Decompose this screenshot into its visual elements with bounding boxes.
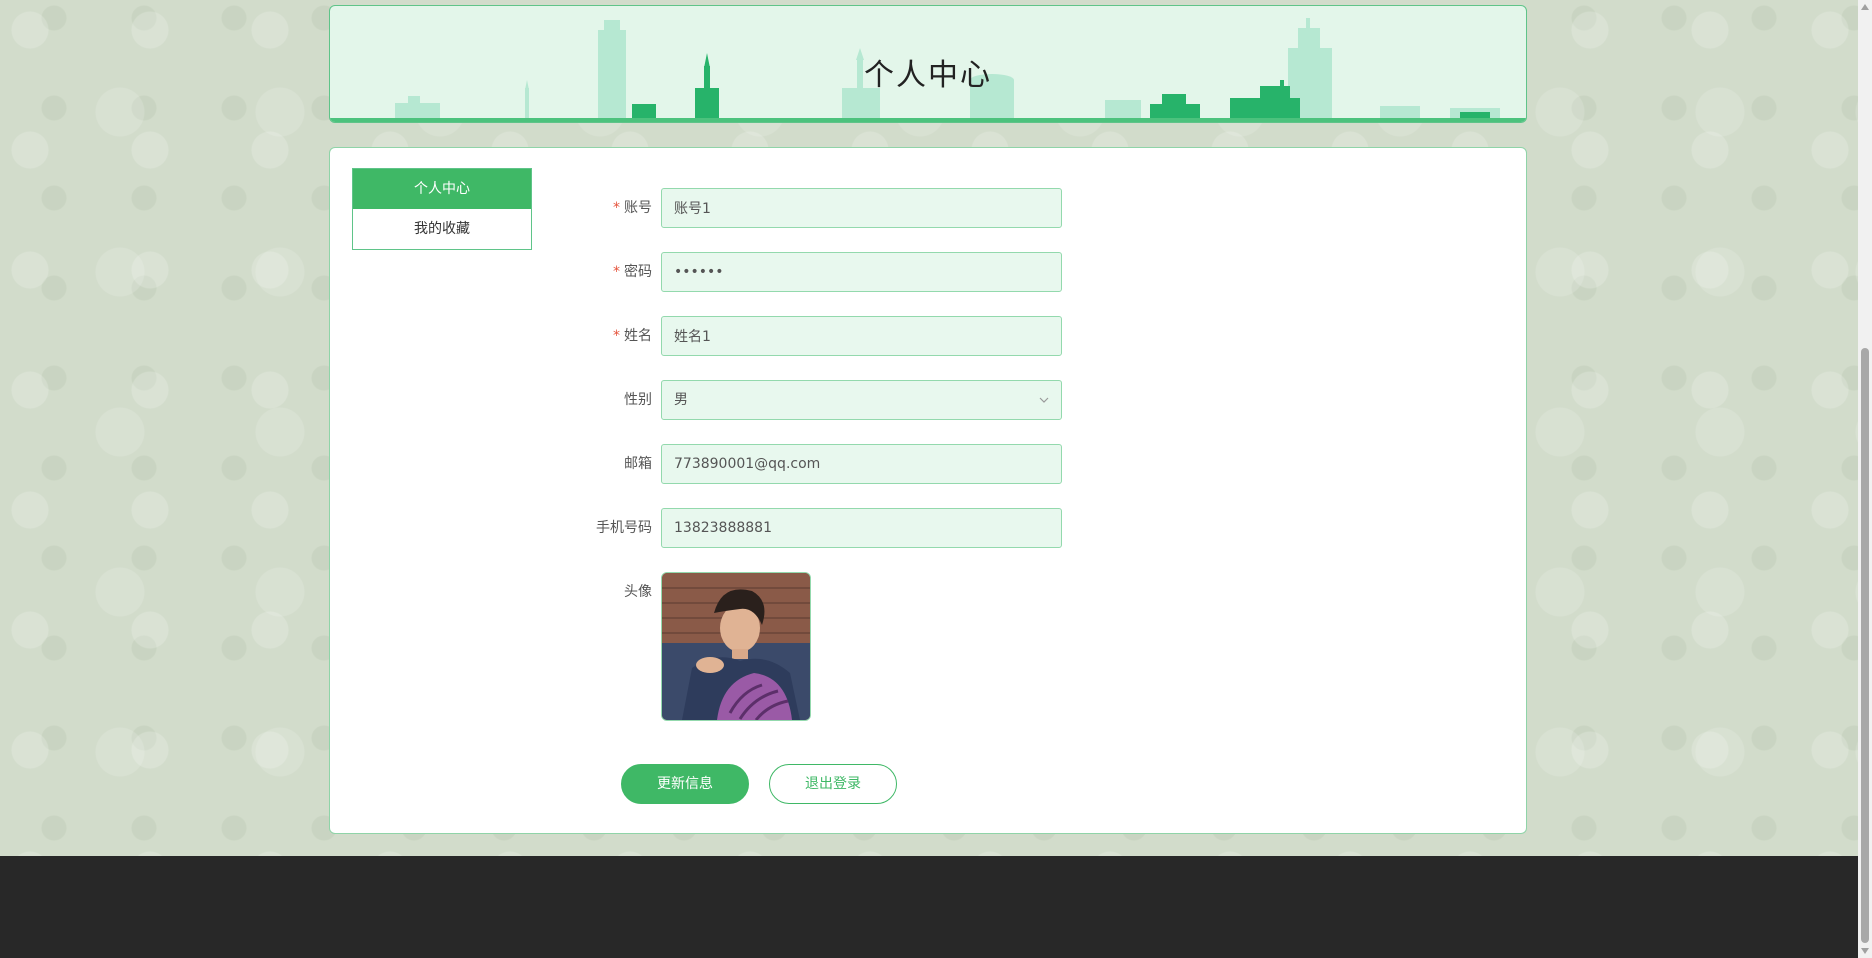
page-title: 个人中心 <box>864 58 992 93</box>
form-row-account: * 账号 <box>530 188 1062 228</box>
form-row-phone: 手机号码 <box>530 508 1062 548</box>
sidebar-item-favorites[interactable]: 我的收藏 <box>353 209 531 249</box>
update-info-button[interactable]: 更新信息 <box>621 764 749 804</box>
profile-card: 个人中心 我的收藏 *账号 *密码 *姓名 性别 男 邮箱 手机号码 头像 <box>329 147 1527 834</box>
form-row-password: * 密码 <box>530 252 1062 292</box>
name-label: * 姓名 <box>613 328 652 344</box>
form-row-name: * 姓名 <box>530 316 1062 356</box>
form-row-gender: 性别 男 <box>530 380 1062 420</box>
gender-select-value: 男 <box>674 392 688 408</box>
phone-input[interactable] <box>661 508 1062 548</box>
banner-baseline <box>330 118 1526 122</box>
required-mark: * <box>613 264 620 280</box>
name-input[interactable] <box>661 316 1062 356</box>
gender-select[interactable]: 男 <box>661 380 1062 420</box>
logout-button[interactable]: 退出登录 <box>769 764 897 804</box>
scroll-up-icon[interactable] <box>1861 4 1869 10</box>
gender-label: 性别 <box>624 392 652 408</box>
sidebar-item-profile[interactable]: 个人中心 <box>353 169 531 209</box>
avatar-label: 头像 <box>624 584 652 600</box>
avatar-upload[interactable] <box>661 572 811 721</box>
password-input[interactable] <box>661 252 1062 292</box>
email-label: 邮箱 <box>624 456 652 472</box>
scroll-down-icon[interactable] <box>1861 948 1869 954</box>
required-mark: * <box>613 328 620 344</box>
form-row-email: 邮箱 <box>530 444 1062 484</box>
phone-label: 手机号码 <box>596 520 652 536</box>
account-input[interactable] <box>661 188 1062 228</box>
avatar-image <box>662 573 810 720</box>
scroll-thumb[interactable] <box>1861 348 1869 943</box>
vertical-scrollbar[interactable] <box>1858 0 1872 958</box>
required-mark: * <box>613 200 620 216</box>
sidebar-menu: 个人中心 我的收藏 <box>352 168 532 250</box>
form-row-avatar: 头像 <box>530 572 1030 722</box>
page-footer <box>0 856 1858 958</box>
header-banner: 个人中心 <box>329 5 1527 123</box>
account-label: * 账号 <box>613 200 652 216</box>
email-input[interactable] <box>661 444 1062 484</box>
chevron-down-icon <box>1039 397 1049 403</box>
password-label: * 密码 <box>613 264 652 280</box>
